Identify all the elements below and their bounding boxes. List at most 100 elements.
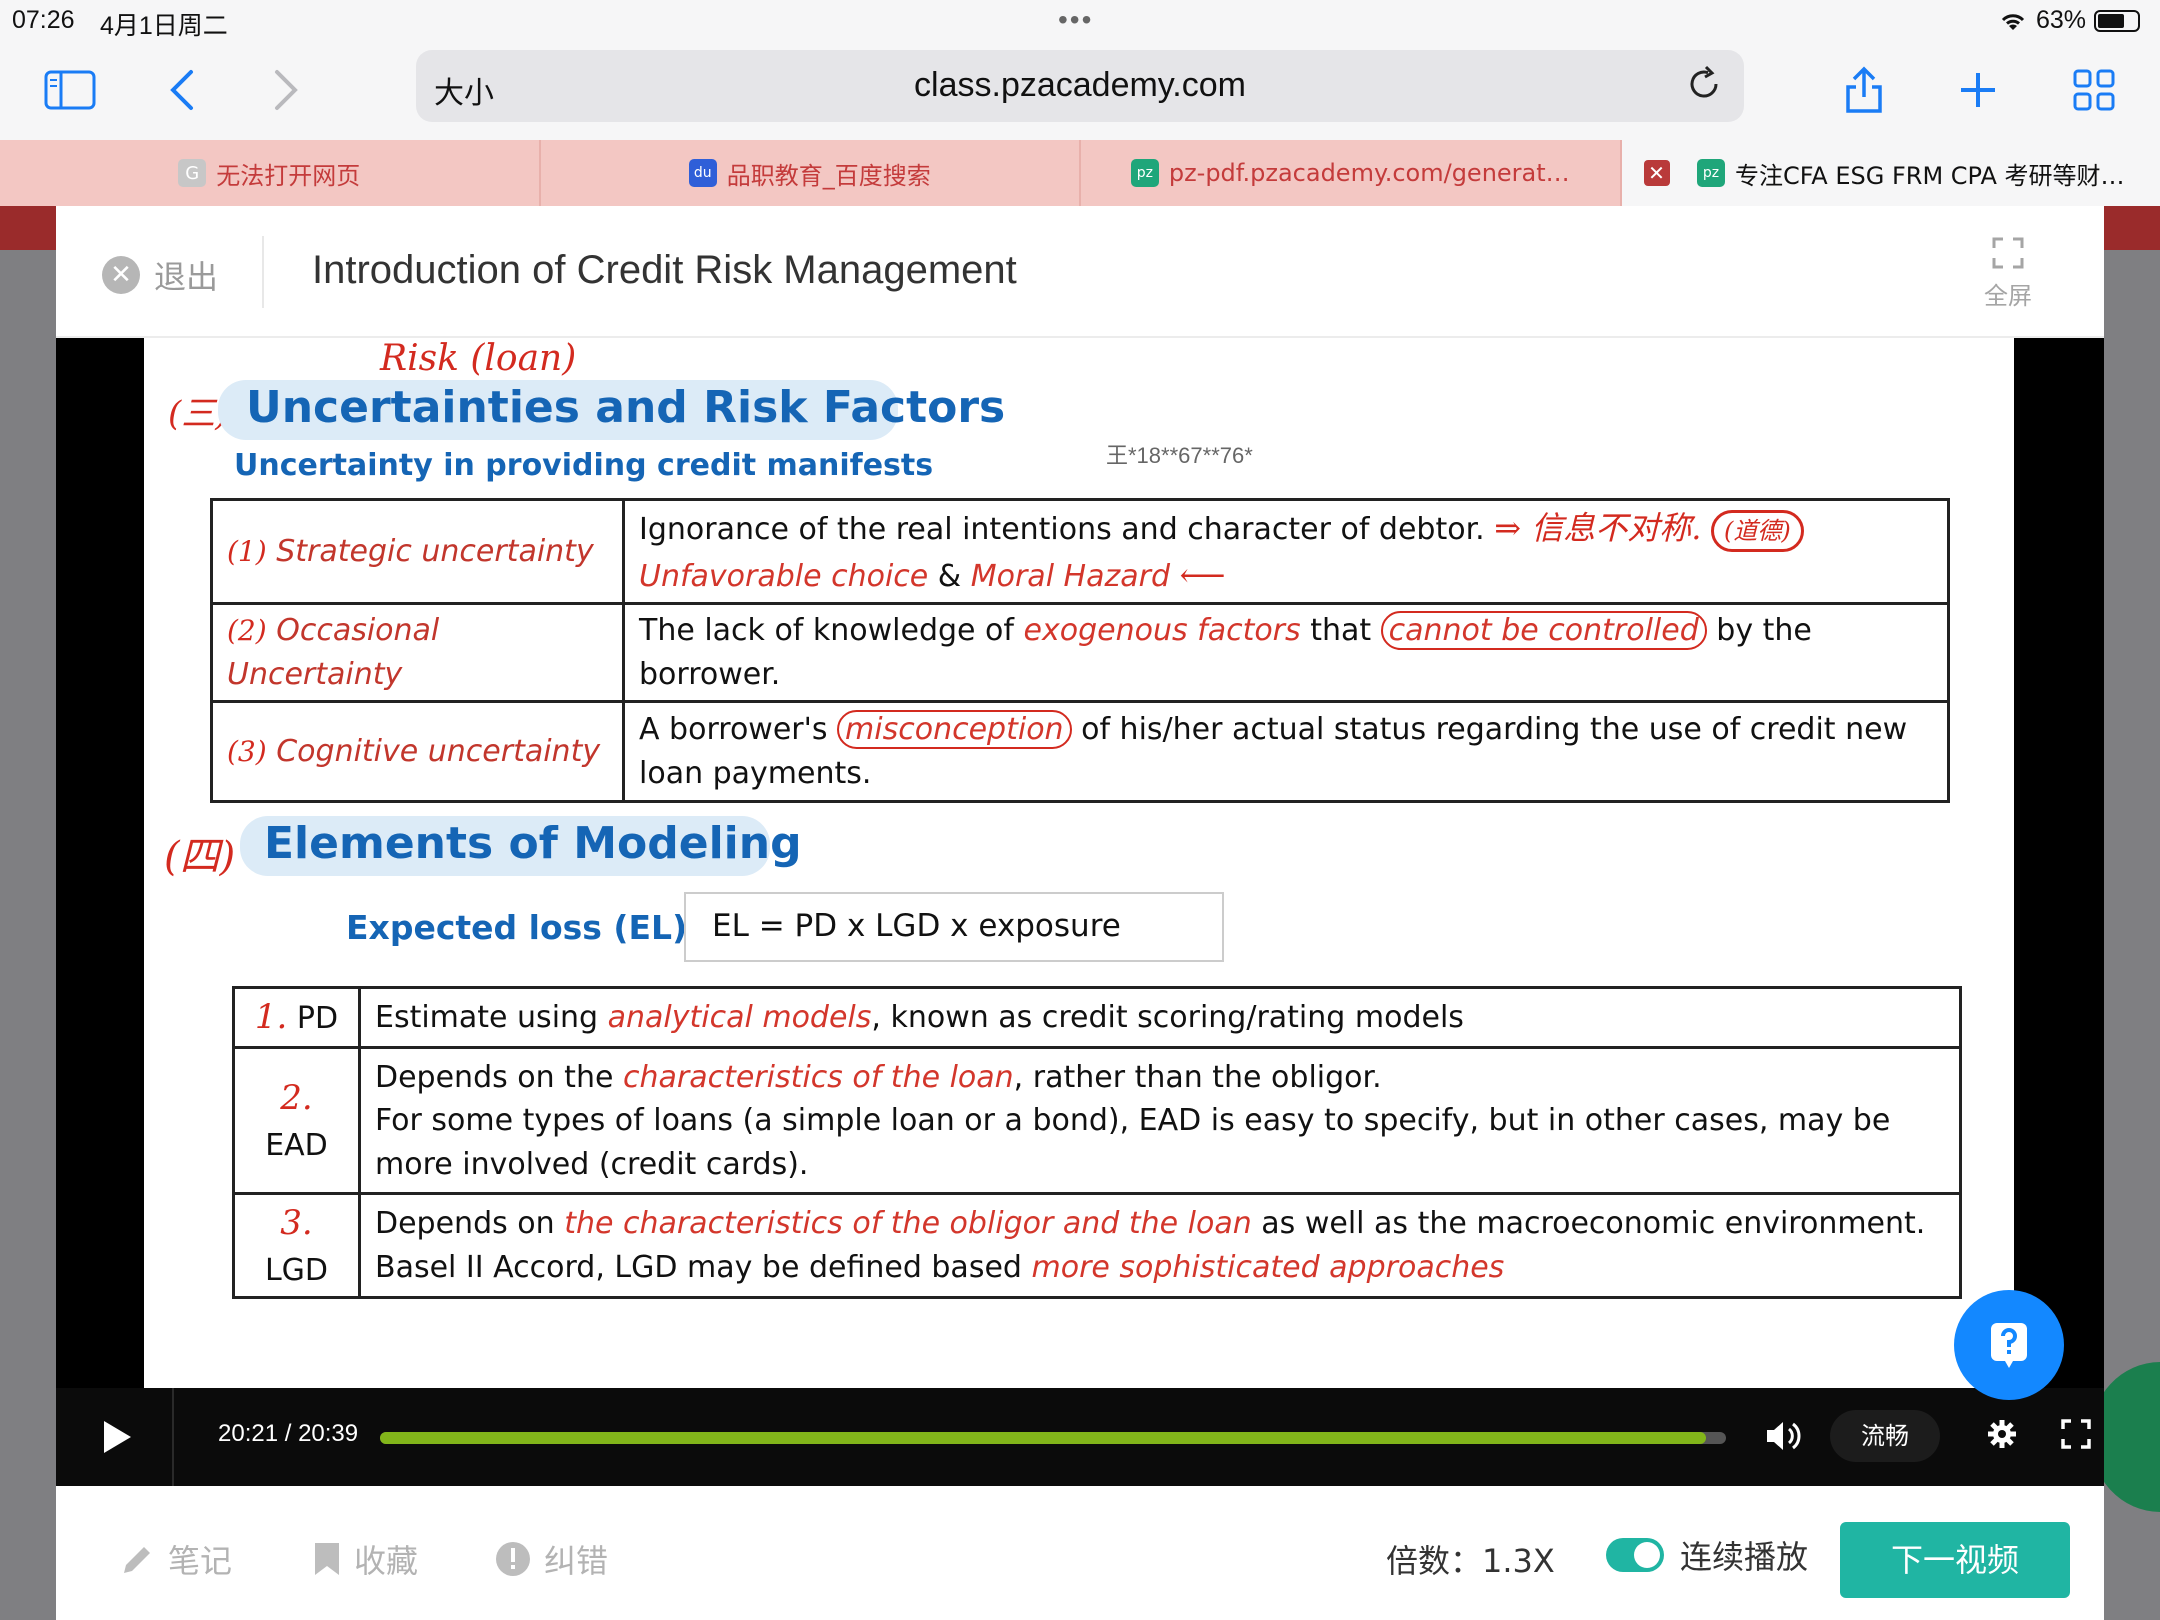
- row-text-red: misconception: [837, 710, 1072, 749]
- row-text-red: exogenous factors: [1023, 613, 1301, 648]
- google-favicon-icon: G: [178, 159, 207, 187]
- baidu-favicon-icon: du: [688, 159, 717, 187]
- tab-label: 专注CFA ESG FRM CPA 考研等财…: [1734, 161, 2125, 190]
- tab-pzacademy-active[interactable]: ✕ pz 专注CFA ESG FRM CPA 考研等财…: [1621, 140, 2160, 206]
- autoplay-label: 连续播放: [1680, 1538, 1809, 1576]
- row-text-red: Moral Hazard: [970, 558, 1171, 594]
- el-formula-box: EL = PD x LGD x exposure: [684, 892, 1224, 962]
- row-text: , known as credit scoring/rating models: [871, 999, 1464, 1035]
- modal-footer: 笔记 收藏 纠错 倍数：1.3X 连续播放 下一视频: [56, 1486, 2104, 1620]
- row-text: that: [1300, 613, 1381, 648]
- row-content-cell: The lack of knowledge of exogenous facto…: [622, 602, 1950, 703]
- section-title: Uncertainties and Risk Factors: [246, 382, 1006, 433]
- row-text: as well as the macroeconomic environment…: [1251, 1206, 1926, 1242]
- status-right: 63%: [1998, 6, 2140, 35]
- divider: [262, 236, 264, 308]
- row-label-cell: 1. PD: [232, 985, 361, 1050]
- favorite-button[interactable]: 收藏: [312, 1536, 418, 1582]
- help-button[interactable]: [1954, 1290, 2064, 1400]
- player-fullscreen-icon[interactable]: [2060, 1418, 2092, 1454]
- annotation-circled: (道德): [1710, 510, 1804, 552]
- battery-icon: [2094, 9, 2140, 32]
- tab-pz-pdf[interactable]: pz pz-pdf.pzacademy.com/generat…: [1081, 140, 1622, 206]
- row-text: For some types of loans (a simple loan o…: [375, 1103, 1891, 1182]
- status-date: 4月1日周二: [100, 12, 228, 40]
- table-row: (1) Strategic uncertainty Ignorance of t…: [210, 498, 1950, 605]
- annotation-arrow: ⟵: [1179, 555, 1226, 594]
- report-error-button[interactable]: 纠错: [494, 1536, 608, 1582]
- favorite-label: 收藏: [354, 1542, 419, 1580]
- note-button[interactable]: 笔记: [120, 1536, 232, 1582]
- row-number: 3.: [280, 1203, 313, 1244]
- play-icon[interactable]: [100, 1418, 134, 1460]
- url-text[interactable]: class.pzacademy.com: [416, 66, 1744, 105]
- tab-label: pz-pdf.pzacademy.com/generat…: [1168, 159, 1570, 187]
- reload-icon[interactable]: [1684, 64, 1724, 108]
- row-text: &: [928, 558, 971, 594]
- row-text: A borrower's: [639, 712, 838, 747]
- next-video-button[interactable]: 下一视频: [1840, 1522, 2070, 1598]
- fullscreen-label: 全屏: [1984, 282, 2032, 310]
- forward-icon[interactable]: [256, 60, 316, 120]
- back-icon[interactable]: [152, 60, 212, 120]
- modal-header: ✕ 退出 Introduction of Credit Risk Managem…: [56, 206, 2104, 338]
- table-row: (2) Occasional Uncertainty The lack of k…: [210, 602, 1950, 703]
- row-number: 2.: [280, 1078, 313, 1119]
- sidebar-icon[interactable]: [40, 60, 100, 120]
- exit-label: 退出: [154, 258, 219, 296]
- note-label: 笔记: [168, 1542, 233, 1580]
- new-tab-icon[interactable]: [1948, 60, 2008, 120]
- row-number: (3): [227, 734, 267, 768]
- tabs-overview-icon[interactable]: [2064, 60, 2124, 120]
- tab-label: 品职教育_百度搜索: [726, 161, 931, 190]
- pz-favicon-icon: pz: [1696, 159, 1725, 187]
- address-bar[interactable]: 大小 class.pzacademy.com: [416, 50, 1744, 122]
- report-label: 纠错: [544, 1542, 609, 1580]
- table-row: 2. EAD Depends on the characteristics of…: [232, 1046, 1962, 1196]
- multitasking-dots-icon[interactable]: •••: [1058, 4, 1093, 36]
- row-label: LGD: [264, 1252, 329, 1288]
- row-text-red: more sophisticated approaches: [1031, 1249, 1505, 1285]
- exit-button[interactable]: ✕ 退出: [102, 252, 218, 298]
- fullscreen-icon: [1992, 237, 2024, 269]
- row-number: (1): [227, 534, 267, 568]
- row-text: Ignorance of the real intentions and cha…: [639, 512, 1485, 547]
- row-text-red: cannot be controlled: [1380, 611, 1707, 650]
- page-title: Introduction of Credit Risk Management: [312, 248, 1017, 292]
- playback-speed[interactable]: 倍数：1.3X: [1386, 1536, 1555, 1582]
- watermark: 王*18**67**76*: [1106, 443, 1253, 468]
- progress-bar[interactable]: [380, 1432, 1726, 1444]
- row-number: (2): [227, 614, 267, 647]
- tab-cannot-open[interactable]: G 无法打开网页: [0, 140, 541, 206]
- video-modal: ✕ 退出 Introduction of Credit Risk Managem…: [56, 206, 2104, 1620]
- row-label-cell: (2) Occasional Uncertainty: [210, 602, 625, 703]
- row-text-red: characteristics of the loan: [622, 1059, 1014, 1095]
- wifi-icon: [2001, 13, 2025, 30]
- row-content-cell: Depends on the characteristics of the lo…: [358, 1046, 1962, 1196]
- row-text: The lack of knowledge of: [639, 613, 1024, 648]
- settings-gear-icon[interactable]: [1986, 1418, 2018, 1454]
- toggle-switch[interactable]: [1606, 1538, 1664, 1572]
- row-text-red: analytical models: [607, 999, 872, 1035]
- volume-icon[interactable]: [1764, 1418, 1802, 1458]
- status-time: 07:26: [12, 6, 75, 34]
- tab-baidu-search[interactable]: du 品职教育_百度搜索: [541, 140, 1081, 206]
- quality-button[interactable]: 流畅: [1830, 1410, 1940, 1462]
- row-label: EAD: [265, 1127, 328, 1163]
- pz-favicon-icon: pz: [1130, 159, 1159, 187]
- row-text: Depends on: [375, 1206, 565, 1242]
- uncertainty-table: (1) Strategic uncertainty Ignorance of t…: [210, 498, 1950, 803]
- row-label: Cognitive uncertainty: [276, 733, 601, 769]
- tab-strip: G 无法打开网页 du 品职教育_百度搜索 pz pz-pdf.pzacadem…: [0, 140, 2160, 206]
- bookmark-icon: [315, 1543, 339, 1575]
- close-tab-icon[interactable]: ✕: [1643, 160, 1670, 186]
- fullscreen-button[interactable]: 全屏: [1968, 236, 2048, 311]
- row-content-cell: Estimate using analytical models, known …: [358, 985, 1962, 1050]
- table-row: 1. PD Estimate using analytical models, …: [232, 985, 1962, 1050]
- row-text-red: Unfavorable choice: [639, 558, 929, 594]
- video-player[interactable]: Risk (loan) (三) Uncertainties and Risk F…: [56, 338, 2104, 1486]
- row-label: PD: [296, 1001, 339, 1036]
- autoplay-toggle[interactable]: 连续播放: [1606, 1532, 1808, 1578]
- share-icon[interactable]: [1834, 60, 1894, 120]
- section-number: (四): [164, 834, 236, 880]
